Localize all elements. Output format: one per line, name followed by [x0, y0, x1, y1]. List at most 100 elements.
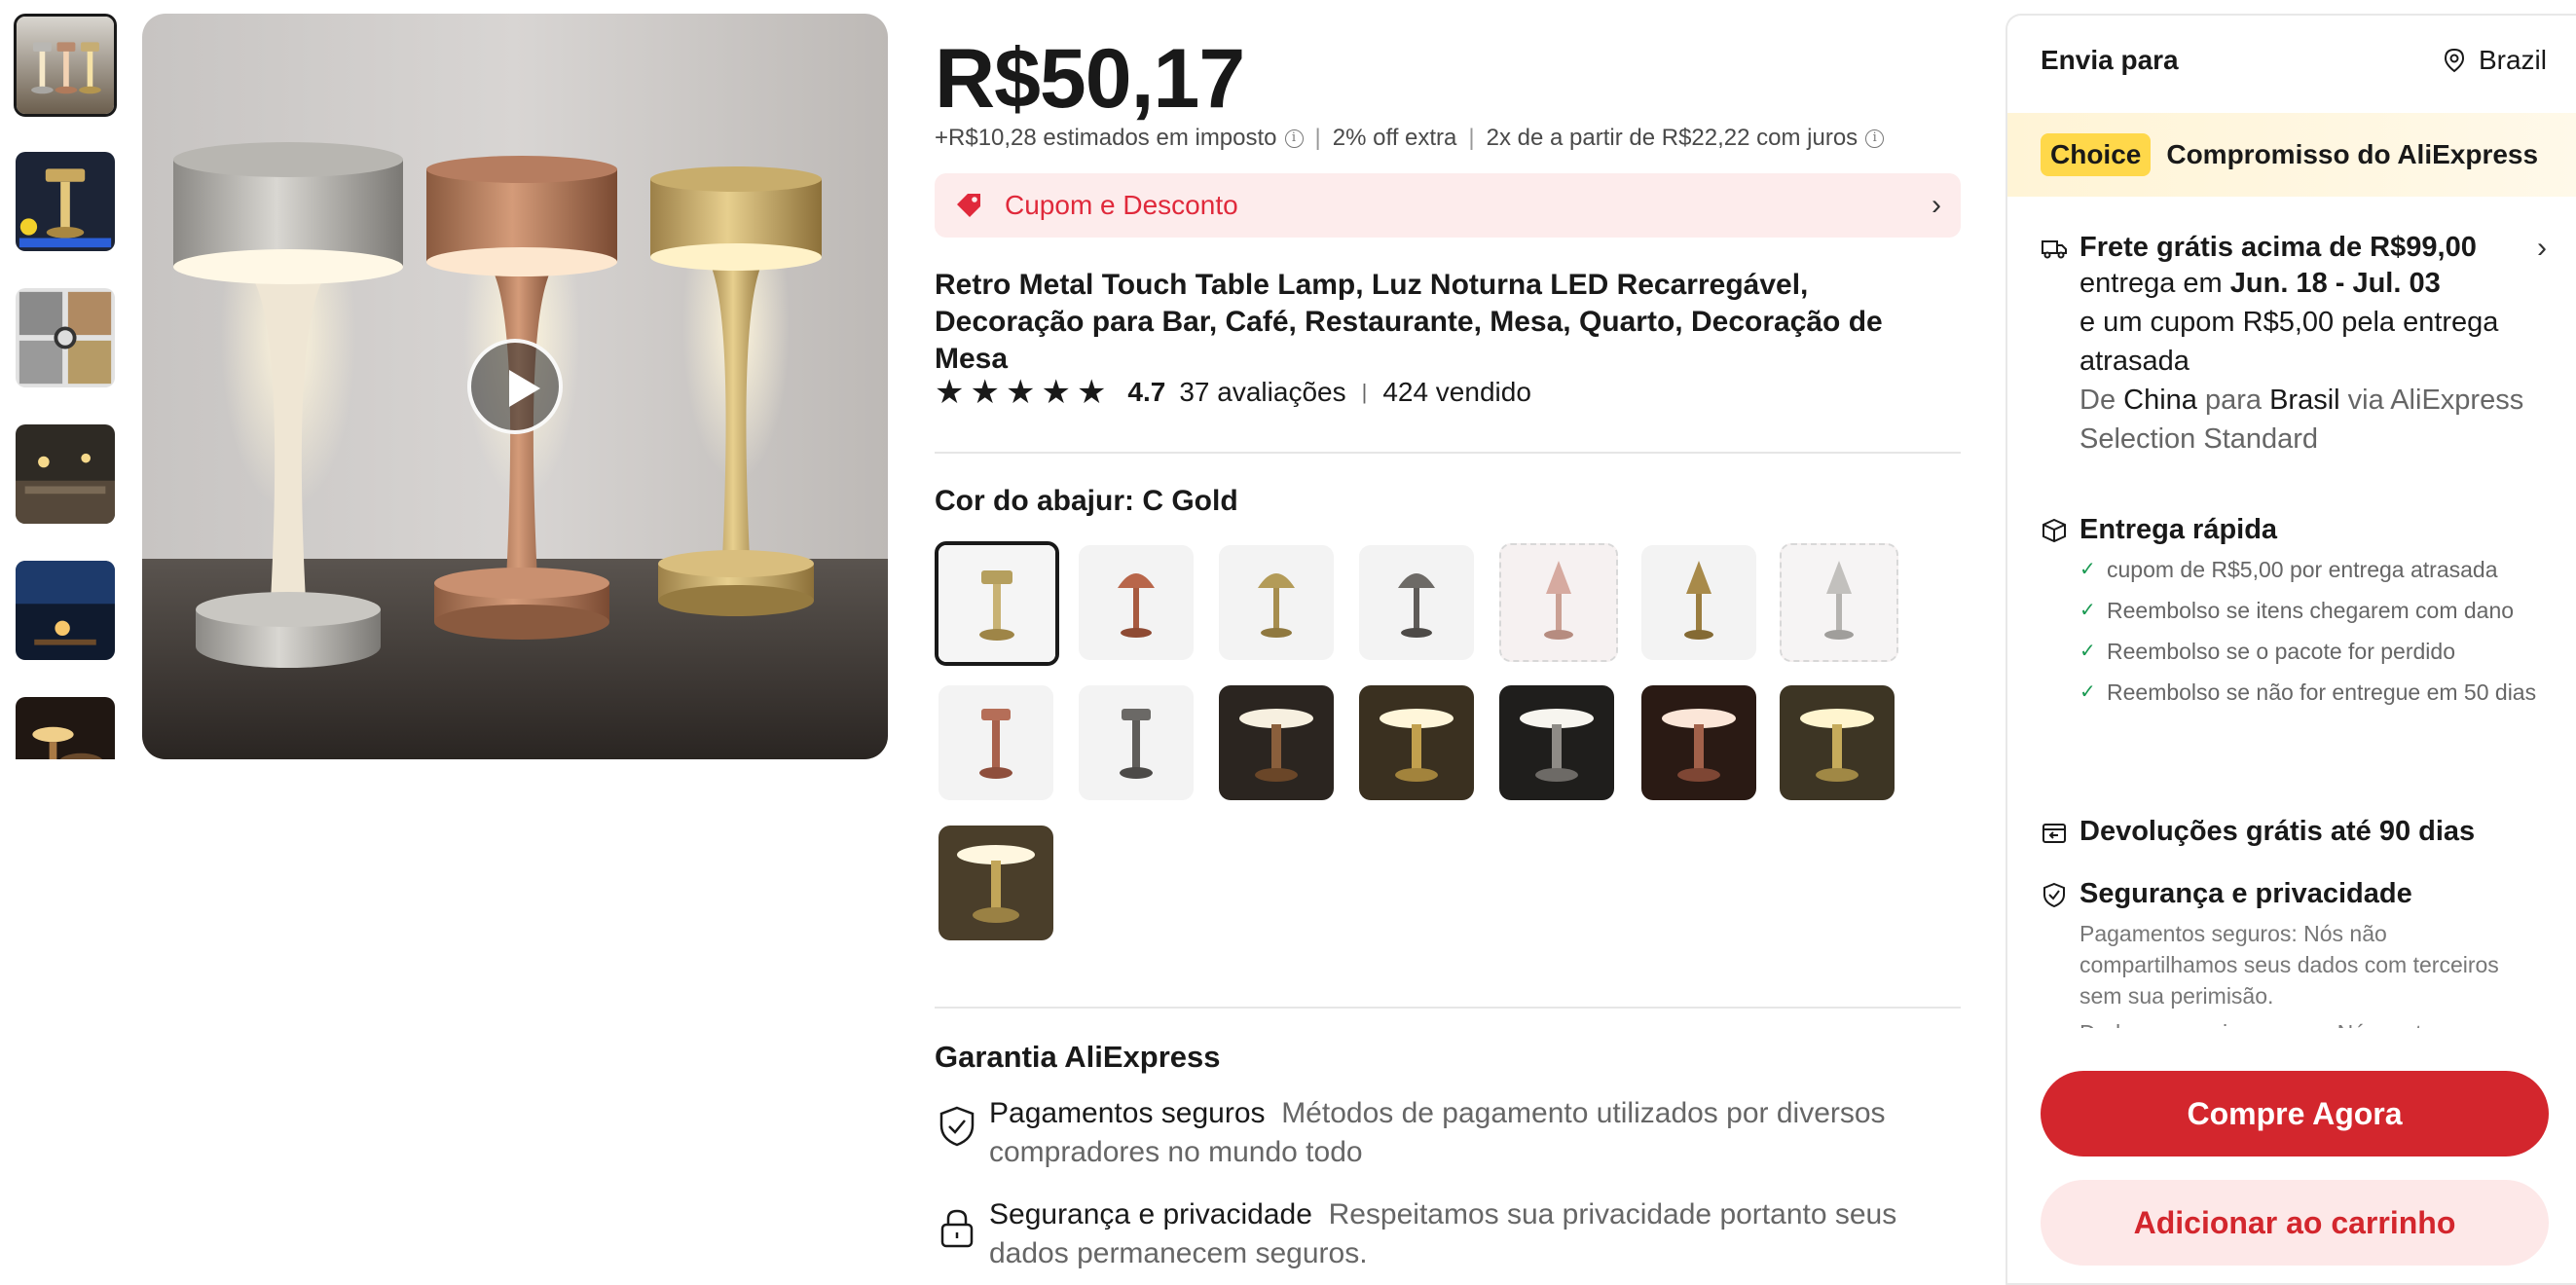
route-to-word: para: [2204, 385, 2263, 416]
installments: 2x de a partir de R$22,22 com juros: [1486, 125, 1858, 151]
country-name: Brazil: [2478, 45, 2547, 75]
price-details: +R$10,28 estimados em imposto i | 2% off…: [935, 125, 1885, 152]
separator: |: [1361, 380, 1368, 404]
warranty-security-privacy: Segurança e privacidade Respeitamos sua …: [935, 1195, 1961, 1273]
swatch-13[interactable]: [1641, 685, 1756, 800]
thumbnail-6[interactable]: [14, 695, 117, 759]
purchase-panel: Envia para Brazil Choice Compromisso do …: [2006, 14, 2576, 1285]
thumbnail-5[interactable]: [14, 559, 117, 662]
truck-icon: [2042, 239, 2067, 258]
warranty-item-text: Segurança e privacidade Respeitamos sua …: [989, 1195, 1961, 1273]
swatch-7[interactable]: [1780, 543, 1898, 662]
country-selector[interactable]: Brazil: [2444, 45, 2547, 76]
free-shipping-text: Frete grátis acima de R$99,00: [2079, 232, 2477, 263]
chevron-right-icon: ›: [1932, 189, 1941, 221]
thumbnail-3[interactable]: [14, 286, 117, 389]
list-item-text: cupom de R$5,00 por entrega atrasada: [2107, 557, 2498, 582]
choice-badge: Choice: [2041, 133, 2152, 176]
shield-check-icon: [939, 1106, 975, 1147]
package-icon: [2042, 518, 2066, 542]
warranty-secure-payments: Pagamentos seguros Métodos de pagamento …: [935, 1094, 1961, 1172]
extra-discount: 2% off extra: [1332, 125, 1457, 151]
add-to-cart-button[interactable]: Adicionar ao carrinho: [2041, 1180, 2549, 1266]
free-shipping-block[interactable]: Frete grátis acima de R$99,00 › entrega …: [2041, 232, 2547, 459]
play-video-button[interactable]: [467, 339, 563, 434]
warranty-item-text: Pagamentos seguros Métodos de pagamento …: [989, 1094, 1961, 1172]
product-price: R$50,17: [935, 32, 1245, 126]
swatch-14[interactable]: [1780, 685, 1895, 800]
warranty-item-title: Pagamentos seguros: [989, 1097, 1266, 1129]
price-tag-icon: [957, 194, 980, 217]
swatch-15[interactable]: [938, 826, 1053, 940]
location-pin-icon: [2444, 48, 2464, 73]
route-via-word: via: [2347, 385, 2384, 416]
divider: [935, 1007, 1961, 1009]
reviews-link[interactable]: 37 avaliações: [1179, 377, 1345, 408]
tax-info-icon[interactable]: i: [1284, 128, 1304, 148]
divider: [935, 452, 1961, 454]
coupon-discount-banner[interactable]: Cupom e Desconto ›: [935, 173, 1961, 238]
ships-to-label: Envia para: [2041, 45, 2179, 75]
security-desc-payments: Pagamentos seguros: Nós não compartilham…: [2079, 921, 2499, 1009]
choice-text: Compromisso do AliExpress: [2166, 139, 2539, 169]
thumbnail-4[interactable]: [14, 422, 117, 526]
buy-now-button[interactable]: Compre Agora: [2041, 1071, 2549, 1156]
list-item-text: Reembolso se não for entregue em 50 dias: [2107, 679, 2537, 705]
security-privacy-block: Segurança e privacidade Pagamentos segur…: [2041, 878, 2547, 1028]
sold-count: 424 vendido: [1382, 377, 1531, 407]
rating-score: 4.7: [1127, 377, 1166, 407]
swatch-8[interactable]: [938, 685, 1053, 800]
swatch-11[interactable]: [1359, 685, 1474, 800]
thumbnail-1[interactable]: [14, 14, 117, 117]
swatch-3[interactable]: [1219, 545, 1334, 660]
route-destination: Brasil: [2269, 385, 2340, 416]
list-item: ✓ Reembolso se o pacote for perdido: [2079, 636, 2547, 667]
shipping-details: Frete grátis acima de R$99,00 › entrega …: [2007, 210, 2576, 1028]
route-origin: China: [2123, 385, 2197, 416]
swatch-12[interactable]: [1499, 685, 1614, 800]
choice-commitment-bar: Choice Compromisso do AliExpress: [2007, 113, 2576, 197]
star-rating: ★ ★ ★ ★ ★: [935, 376, 1112, 409]
free-shipping-heading: Frete grátis acima de R$99,00: [2041, 232, 2547, 264]
shield-check-icon: [2043, 882, 2065, 907]
tax-estimate: +R$10,28 estimados em imposto: [935, 125, 1277, 151]
chevron-right-icon: ›: [2537, 232, 2547, 264]
lock-icon: [940, 1209, 974, 1248]
installments-info-icon[interactable]: i: [1865, 128, 1885, 148]
fast-delivery-block: Entrega rápida ✓ cupom de R$5,00 por entr…: [2041, 514, 2547, 717]
free-returns-text: Devoluções grátis até 90 dias: [2079, 816, 2476, 847]
delivery-estimate: entrega em Jun. 18 - Jul. 03: [2041, 264, 2547, 303]
swatch-2[interactable]: [1079, 545, 1194, 660]
check-icon: ✓: [2079, 681, 2096, 703]
list-item-text: Reembolso se itens chegarem com dano: [2107, 598, 2515, 623]
free-returns-block: Devoluções grátis até 90 dias: [2041, 816, 2547, 848]
list-item: ✓ Reembolso se itens chegarem com dano: [2079, 595, 2547, 626]
product-title: Retro Metal Touch Table Lamp, Luz Noturn…: [935, 269, 1883, 375]
thumbnail-gallery: [14, 14, 117, 759]
swatch-6[interactable]: [1641, 545, 1756, 660]
coupon-label: Cupom e Desconto: [1005, 190, 1238, 220]
swatch-5[interactable]: [1499, 543, 1618, 662]
swatch-c-gold[interactable]: [935, 541, 1059, 666]
warranty-item-title: Segurança e privacidade: [989, 1198, 1312, 1230]
main-product-image[interactable]: [142, 14, 888, 759]
star-icon: ★: [970, 374, 1000, 411]
swatch-9[interactable]: [1079, 685, 1194, 800]
delivery-dates: Jun. 18 - Jul. 03: [2229, 268, 2441, 299]
fast-delivery-list: ✓ cupom de R$5,00 por entrega atrasada ✓ R…: [2041, 554, 2547, 708]
ships-to-row: Envia para Brazil: [2041, 45, 2547, 76]
fast-delivery-heading: Entrega rápida: [2041, 514, 2547, 546]
separator: |: [1468, 125, 1475, 151]
list-item-text: Reembolso se o pacote for perdido: [2107, 639, 2455, 664]
check-icon: ✓: [2079, 559, 2096, 580]
fast-delivery-text: Entrega rápida: [2079, 514, 2278, 545]
security-title: Segurança e privacidade: [2079, 878, 2412, 909]
swatch-10[interactable]: [1219, 685, 1334, 800]
list-item: ✓ Reembolso se não for entregue em 50 dia…: [2079, 677, 2547, 708]
swatch-4[interactable]: [1359, 545, 1474, 660]
thumbnail-2[interactable]: [14, 150, 117, 253]
star-icon: ★: [1005, 374, 1036, 411]
list-item: ✓ cupom de R$5,00 por entrega atrasada: [2079, 554, 2547, 585]
star-icon: ★: [1041, 374, 1071, 411]
rating-row: ★ ★ ★ ★ ★ 4.7 37 avaliações | 424 vendid…: [935, 376, 1531, 409]
